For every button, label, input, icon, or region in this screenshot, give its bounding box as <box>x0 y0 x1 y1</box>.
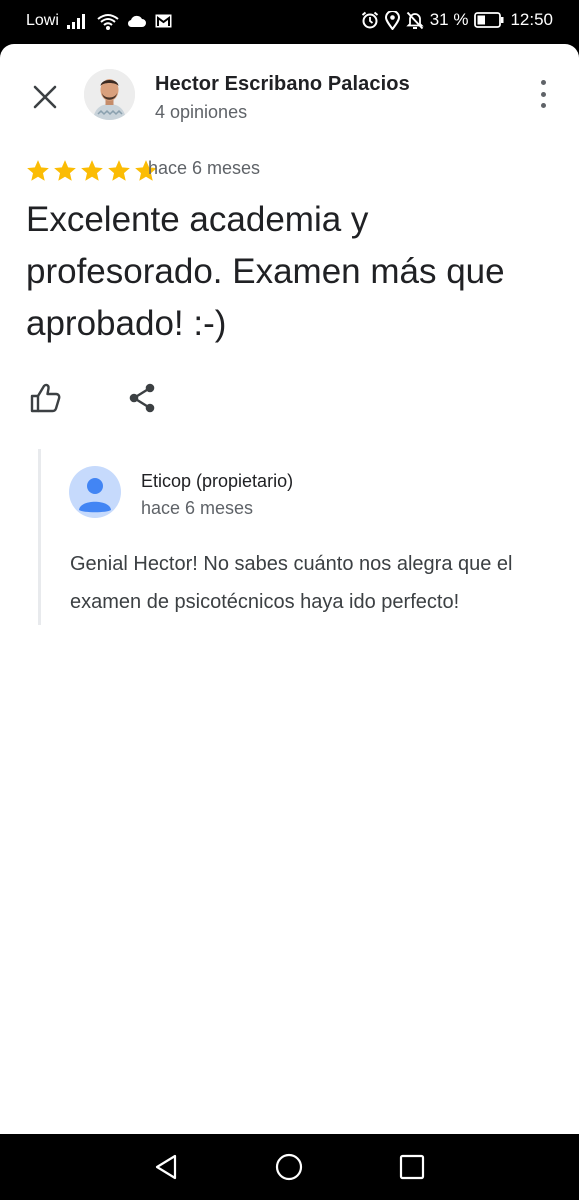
reviewer-avatar[interactable] <box>84 69 135 120</box>
like-button[interactable] <box>28 380 64 416</box>
review-time: hace 6 meses <box>148 158 261 178</box>
gmail-icon <box>155 14 172 28</box>
battery-percent: 31 % <box>429 10 469 29</box>
notifications-off-icon <box>406 11 424 30</box>
owner-reply-text: Genial Hector! No sabes cuánto nos alegr… <box>70 553 513 613</box>
location-icon <box>384 10 400 30</box>
star-icon <box>27 160 49 181</box>
signal-icon <box>66 13 89 29</box>
owner-reply-time: hace 6 meses <box>141 498 254 518</box>
star-icon <box>108 160 130 181</box>
navigation-bar <box>0 1134 579 1200</box>
back-button[interactable] <box>151 1152 181 1182</box>
close-icon <box>33 85 57 109</box>
reviewer-review-count: 4 opiniones <box>155 102 248 122</box>
home-button[interactable] <box>274 1152 304 1182</box>
star-icon <box>81 160 103 181</box>
status-bar: Lowi 31 % 12:50 <box>0 0 579 44</box>
battery-icon <box>474 12 504 28</box>
owner-name: Eticop (propietario) <box>141 471 294 491</box>
cloud-icon <box>127 14 147 28</box>
share-icon <box>129 383 155 413</box>
owner-avatar <box>69 466 121 518</box>
recents-button[interactable] <box>397 1152 427 1182</box>
alarm-icon <box>361 11 379 29</box>
close-button[interactable] <box>28 80 62 114</box>
review-detail-card: Hector Escribano Palacios 4 opiniones ha… <box>0 44 579 1134</box>
star-icon <box>54 160 76 181</box>
carrier-label: Lowi <box>26 12 59 29</box>
review-text: Excelente academia y profesorado. Examen… <box>26 200 505 343</box>
owner-reply: Eticop (propietario) hace 6 meses Genial… <box>38 449 558 625</box>
status-time: 12:50 <box>510 10 553 29</box>
wifi-icon <box>97 13 119 30</box>
back-icon <box>155 1154 177 1180</box>
reviewer-name[interactable]: Hector Escribano Palacios <box>155 73 410 96</box>
like-icon <box>30 383 61 413</box>
share-button[interactable] <box>126 380 158 416</box>
recents-icon <box>399 1154 425 1180</box>
more-vert-icon <box>540 80 546 85</box>
star-rating <box>25 158 159 184</box>
more-options-button[interactable] <box>537 80 549 108</box>
home-icon <box>275 1153 303 1181</box>
